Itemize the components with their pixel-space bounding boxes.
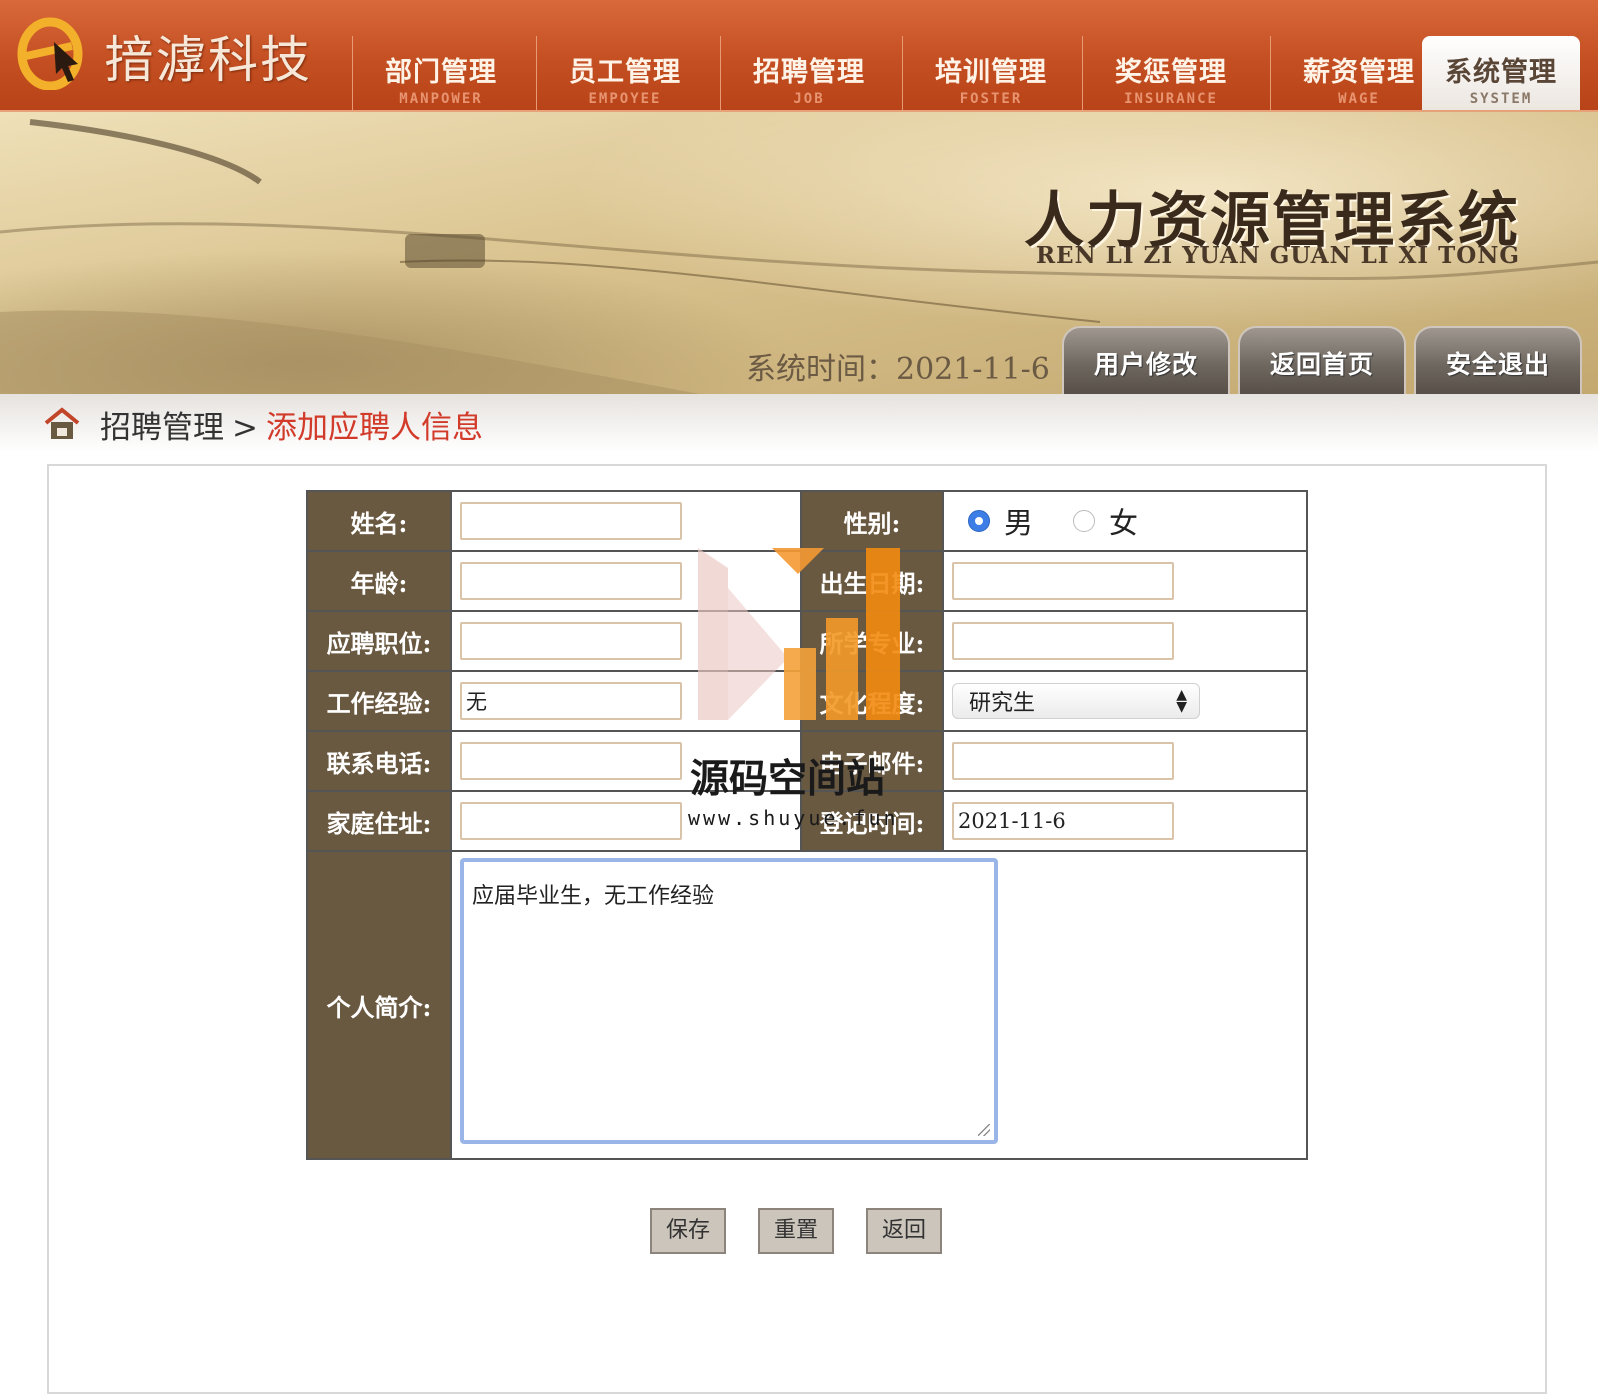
system-subtitle: REN LI ZI YUAN GUAN LI XI TONG	[1035, 242, 1520, 269]
nav-sublabel: FOSTER	[959, 91, 1023, 107]
nav-training[interactable]: 培训管理 FOSTER	[902, 36, 1079, 110]
birth-date-input[interactable]	[952, 562, 1174, 600]
nav-employee[interactable]: 员工管理 EMPOYEE	[536, 36, 713, 110]
system-time-value: 2021-11-6	[896, 352, 1050, 387]
breadcrumb-current: 添加应聘人信息	[265, 410, 483, 446]
nav-sublabel: EMPOYEE	[588, 91, 662, 107]
major-input[interactable]	[952, 622, 1174, 660]
breadcrumb-separator: >	[232, 410, 258, 446]
phone-label: 联系电话:	[306, 730, 452, 792]
select-arrows-icon: ▲ ▼	[1176, 687, 1187, 715]
reset-button[interactable]: 重置	[758, 1208, 834, 1254]
watermark-logo-icon	[698, 548, 900, 720]
gender-male-radio[interactable]	[968, 510, 990, 532]
nav-label: 奖惩管理	[1115, 57, 1227, 88]
experience-label: 工作经验:	[306, 670, 452, 732]
experience-input[interactable]	[460, 682, 682, 720]
edit-user-button[interactable]: 用户修改	[1062, 326, 1230, 394]
nav-sublabel: JOB	[793, 91, 825, 107]
top-nav-bar: 揞滹科技 部门管理 MANPOWER 员工管理 EMPOYEE 招聘管理 JOB…	[0, 0, 1598, 112]
name-label: 姓名:	[306, 490, 452, 552]
nav-label: 招聘管理	[753, 57, 865, 88]
home-icon	[44, 407, 80, 439]
nav-sublabel: MANPOWER	[399, 91, 483, 107]
system-time: 系统时间：2021-11-6	[746, 344, 1050, 388]
company-logo-icon	[17, 17, 83, 90]
resize-grip-icon[interactable]	[978, 1124, 990, 1136]
nav-salary[interactable]: 薪资管理 WAGE	[1270, 36, 1447, 110]
nav-sublabel: WAGE	[1338, 91, 1380, 107]
intro-text: 应届毕业生，无工作经验	[472, 884, 715, 909]
phone-input[interactable]	[460, 742, 682, 780]
intro-label: 个人简介:	[306, 850, 452, 1160]
breadcrumb-parent[interactable]: 招聘管理	[100, 410, 224, 446]
nav-recruitment[interactable]: 招聘管理 JOB	[720, 36, 897, 110]
back-button[interactable]: 返回	[866, 1208, 942, 1254]
position-label: 应聘职位:	[306, 610, 452, 672]
nav-sublabel: SYSTEM	[1469, 91, 1533, 107]
banner: 人力资源管理系统 REN LI ZI YUAN GUAN LI XI TONG …	[0, 112, 1598, 394]
nav-label: 部门管理	[385, 57, 497, 88]
nav-label: 薪资管理	[1303, 57, 1415, 88]
logout-button[interactable]: 安全退出	[1414, 326, 1582, 394]
company-name: 揞滹科技	[104, 31, 312, 89]
gender-female-radio[interactable]	[1073, 510, 1096, 532]
register-time-input[interactable]	[952, 802, 1174, 840]
breadcrumb-bar: 招聘管理 > 添加应聘人信息	[0, 394, 1598, 452]
position-input[interactable]	[460, 622, 682, 660]
age-input[interactable]	[460, 562, 682, 600]
address-label: 家庭住址:	[306, 790, 452, 852]
system-time-label: 系统时间：	[746, 352, 896, 387]
gender-radio-group: 男 女	[952, 492, 1306, 550]
nav-department[interactable]: 部门管理 MANPOWER	[352, 36, 529, 110]
name-input[interactable]	[460, 502, 682, 540]
gender-female-label: 女	[1109, 506, 1139, 540]
breadcrumb: 招聘管理 > 添加应聘人信息	[100, 402, 483, 447]
nav-rewards[interactable]: 奖惩管理 INSURANCE	[1082, 36, 1259, 110]
address-input[interactable]	[460, 802, 682, 840]
return-home-button[interactable]: 返回首页	[1238, 326, 1406, 394]
education-select-value: 研究生	[969, 691, 1036, 716]
gender-male-label: 男	[1004, 506, 1034, 540]
age-label: 年龄:	[306, 550, 452, 612]
nav-label: 系统管理	[1445, 57, 1557, 88]
intro-textarea[interactable]: 应届毕业生，无工作经验	[460, 858, 998, 1144]
nav-system[interactable]: 系统管理 SYSTEM	[1422, 36, 1580, 110]
gender-label: 性别:	[800, 490, 944, 552]
watermark-text: 源码空间站	[690, 757, 886, 802]
email-input[interactable]	[952, 742, 1174, 780]
watermark-url: www.shuyue.fun	[688, 806, 899, 830]
nav-label: 培训管理	[935, 57, 1047, 88]
save-button[interactable]: 保存	[650, 1208, 726, 1254]
education-select[interactable]: 研究生 ▲ ▼	[952, 683, 1200, 719]
nav-label: 员工管理	[569, 57, 681, 88]
nav-sublabel: INSURANCE	[1124, 91, 1218, 107]
